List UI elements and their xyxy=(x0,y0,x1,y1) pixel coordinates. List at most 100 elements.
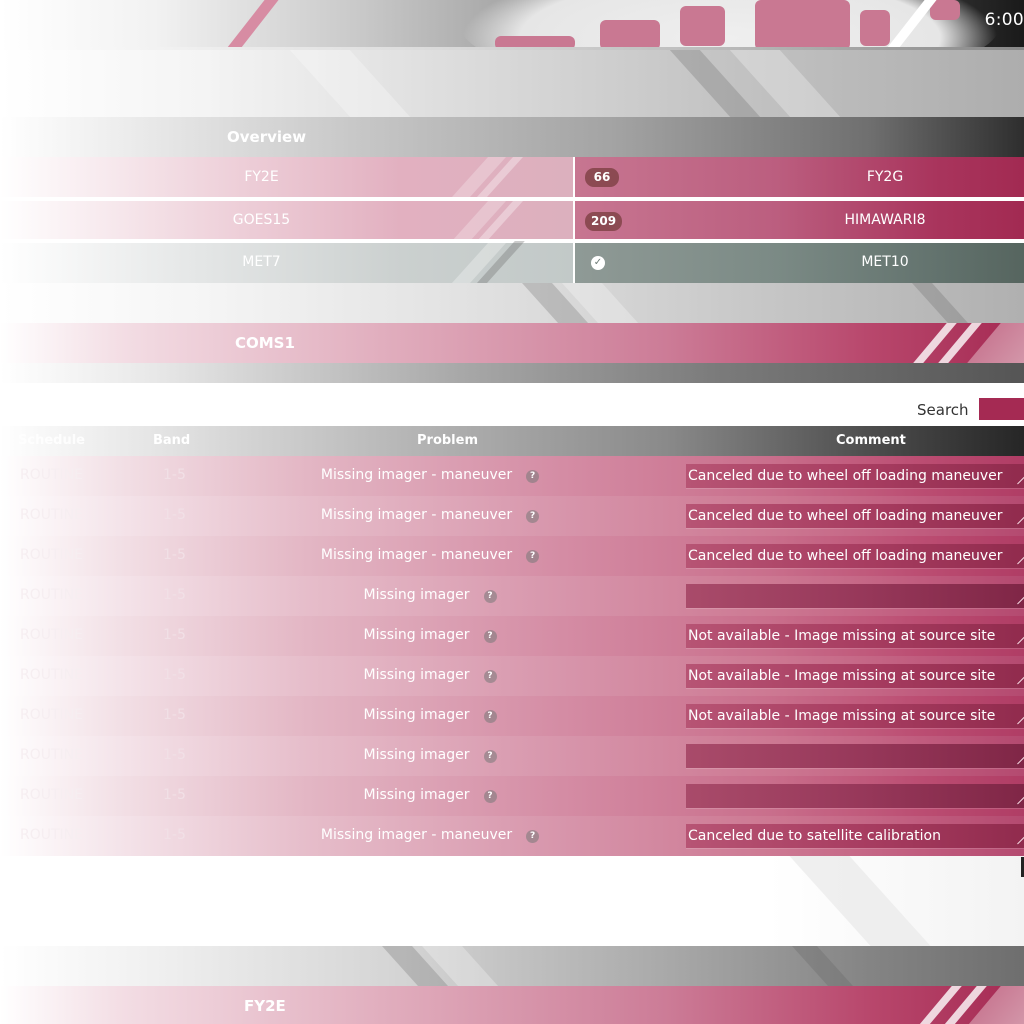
column-header-comment[interactable]: Comment xyxy=(836,433,906,448)
comment-field[interactable] xyxy=(686,584,1024,608)
comment-field[interactable] xyxy=(686,544,1024,568)
page: 6:00 Overview FY2E 66 FY2G GOES15 209 HI… xyxy=(0,0,1024,1024)
decor-band xyxy=(0,283,1024,323)
schedule-cell: ROUTINE xyxy=(20,547,83,563)
satellite-name: HIMAWARI8 xyxy=(844,212,926,228)
column-header-band[interactable]: Band xyxy=(153,433,190,448)
schedule-cell: ROUTINE xyxy=(20,787,83,803)
satellite-cell-fy2e[interactable]: FY2E xyxy=(0,157,573,197)
problem-text: Missing imager - maneuver xyxy=(320,507,513,523)
table-row: ROUTINE 1-5 Missing imager - maneuver? xyxy=(0,496,1024,536)
overview-row: MET7 ✓ MET10 xyxy=(0,241,1024,283)
question-circle-icon[interactable]: ? xyxy=(483,590,497,603)
clock: 6:00 xyxy=(984,10,1024,30)
problem-text: Missing imager xyxy=(363,587,470,603)
schedule-cell: ROUTINE xyxy=(20,627,83,643)
satellite-name: FY2E xyxy=(244,169,279,185)
decor-band xyxy=(0,50,1024,117)
map-landmass xyxy=(930,0,960,20)
decor-stripe xyxy=(289,50,411,117)
question-circle-icon[interactable]: ? xyxy=(483,630,497,643)
comment-field[interactable] xyxy=(686,704,1024,728)
comment-field[interactable] xyxy=(686,624,1024,648)
satellite-cell-fy2g[interactable]: 66 FY2G xyxy=(575,157,1024,197)
question-circle-icon[interactable]: ? xyxy=(483,670,497,683)
comment-field[interactable] xyxy=(686,504,1024,528)
problem-text: Missing imager xyxy=(363,707,470,723)
problem-cell: Missing imager - maneuver? xyxy=(150,467,710,483)
table-row: ROUTINE 1-5 Missing imager - maneuver? xyxy=(0,456,1024,496)
problem-text: Missing imager - maneuver xyxy=(320,467,513,483)
question-circle-icon[interactable]: ? xyxy=(526,830,540,843)
comment-field[interactable] xyxy=(686,784,1024,808)
overview-row: GOES15 209 HIMAWARI8 xyxy=(0,199,1024,239)
top-banner: 6:00 xyxy=(0,0,1024,50)
problem-text: Missing imager xyxy=(363,747,470,763)
table-row: ROUTINE 1-5 Missing imager? xyxy=(0,696,1024,736)
problem-text: Missing imager xyxy=(363,667,470,683)
schedule-cell: ROUTINE xyxy=(20,827,83,843)
schedule-cell: ROUTINE xyxy=(20,467,83,483)
problem-cell: Missing imager - maneuver? xyxy=(150,507,710,523)
decor-stripe xyxy=(789,856,931,946)
comment-field[interactable] xyxy=(686,464,1024,488)
problem-cell: Missing imager? xyxy=(150,787,710,803)
table-row: ROUTINE 1-5 Missing imager - maneuver? xyxy=(0,816,1024,856)
schedule-cell: ROUTINE xyxy=(20,747,83,763)
decor-stripe xyxy=(911,283,969,323)
table-row: ROUTINE 1-5 Missing imager - maneuver? xyxy=(0,536,1024,576)
satellite-name: MET7 xyxy=(242,254,281,270)
satellite-cell-met7[interactable]: MET7 xyxy=(0,241,573,283)
map-landmass xyxy=(600,20,660,50)
problem-text: Missing imager - maneuver xyxy=(320,827,513,843)
map-landmass xyxy=(860,10,890,46)
schedule-cell: ROUTINE xyxy=(20,667,83,683)
question-circle-icon[interactable]: ? xyxy=(483,750,497,763)
overview-title: Overview xyxy=(227,128,307,146)
overview-header: Overview xyxy=(0,117,1024,157)
section-title: FY2E xyxy=(244,997,286,1015)
problem-cell: Missing imager - maneuver? xyxy=(150,547,710,563)
problem-cell: Missing imager? xyxy=(150,667,710,683)
comment-field[interactable] xyxy=(686,824,1024,848)
problem-text: Missing imager xyxy=(363,787,470,803)
decor-band xyxy=(0,946,1024,986)
schedule-cell: ROUTINE xyxy=(20,507,83,523)
table-row: ROUTINE 1-5 Missing imager? xyxy=(0,616,1024,656)
problem-text: Missing imager - maneuver xyxy=(320,547,513,563)
problem-cell: Missing imager? xyxy=(150,747,710,763)
comment-field[interactable] xyxy=(686,744,1024,768)
satellite-cell-goes15[interactable]: GOES15 xyxy=(0,199,573,239)
table-row: ROUTINE 1-5 Missing imager? xyxy=(0,656,1024,696)
question-circle-icon[interactable]: ? xyxy=(526,550,540,563)
table-row: ROUTINE 1-5 Missing imager? xyxy=(0,576,1024,616)
satellite-cell-himawari8[interactable]: 209 HIMAWARI8 xyxy=(575,201,1024,239)
section-header-fy2e[interactable]: FY2E xyxy=(0,986,1024,1024)
map-landmass xyxy=(680,6,725,46)
satellite-name: GOES15 xyxy=(232,212,291,228)
question-circle-icon[interactable]: ? xyxy=(483,790,497,803)
search-input[interactable] xyxy=(979,398,1024,420)
problem-cell: Missing imager? xyxy=(150,707,710,723)
comment-field[interactable] xyxy=(686,664,1024,688)
section-divider xyxy=(0,363,1024,383)
table-row: ROUTINE 1-5 Missing imager? xyxy=(0,736,1024,776)
decor-stripe xyxy=(209,0,295,50)
section-header-coms1[interactable]: COMS1 xyxy=(0,323,1024,363)
section-title: COMS1 xyxy=(235,334,295,352)
problem-cell: Missing imager? xyxy=(150,627,710,643)
question-circle-icon[interactable]: ? xyxy=(526,470,540,483)
search-label: Search xyxy=(917,401,969,419)
schedule-cell: ROUTINE xyxy=(20,707,83,723)
satellite-cell-met10[interactable]: ✓ MET10 xyxy=(575,243,1024,283)
table-row: ROUTINE 1-5 Missing imager? xyxy=(0,776,1024,816)
table-footer-area xyxy=(0,856,1024,946)
question-circle-icon[interactable]: ? xyxy=(526,510,540,523)
column-header-schedule[interactable]: Schedule xyxy=(18,433,85,448)
question-circle-icon[interactable]: ? xyxy=(483,710,497,723)
column-header-problem[interactable]: Problem xyxy=(417,433,478,448)
problem-cell: Missing imager? xyxy=(150,587,710,603)
decor-stripe xyxy=(791,946,854,986)
overview-row: FY2E 66 FY2G xyxy=(0,157,1024,197)
table-header: Schedule Band Problem Comment xyxy=(0,426,1024,456)
